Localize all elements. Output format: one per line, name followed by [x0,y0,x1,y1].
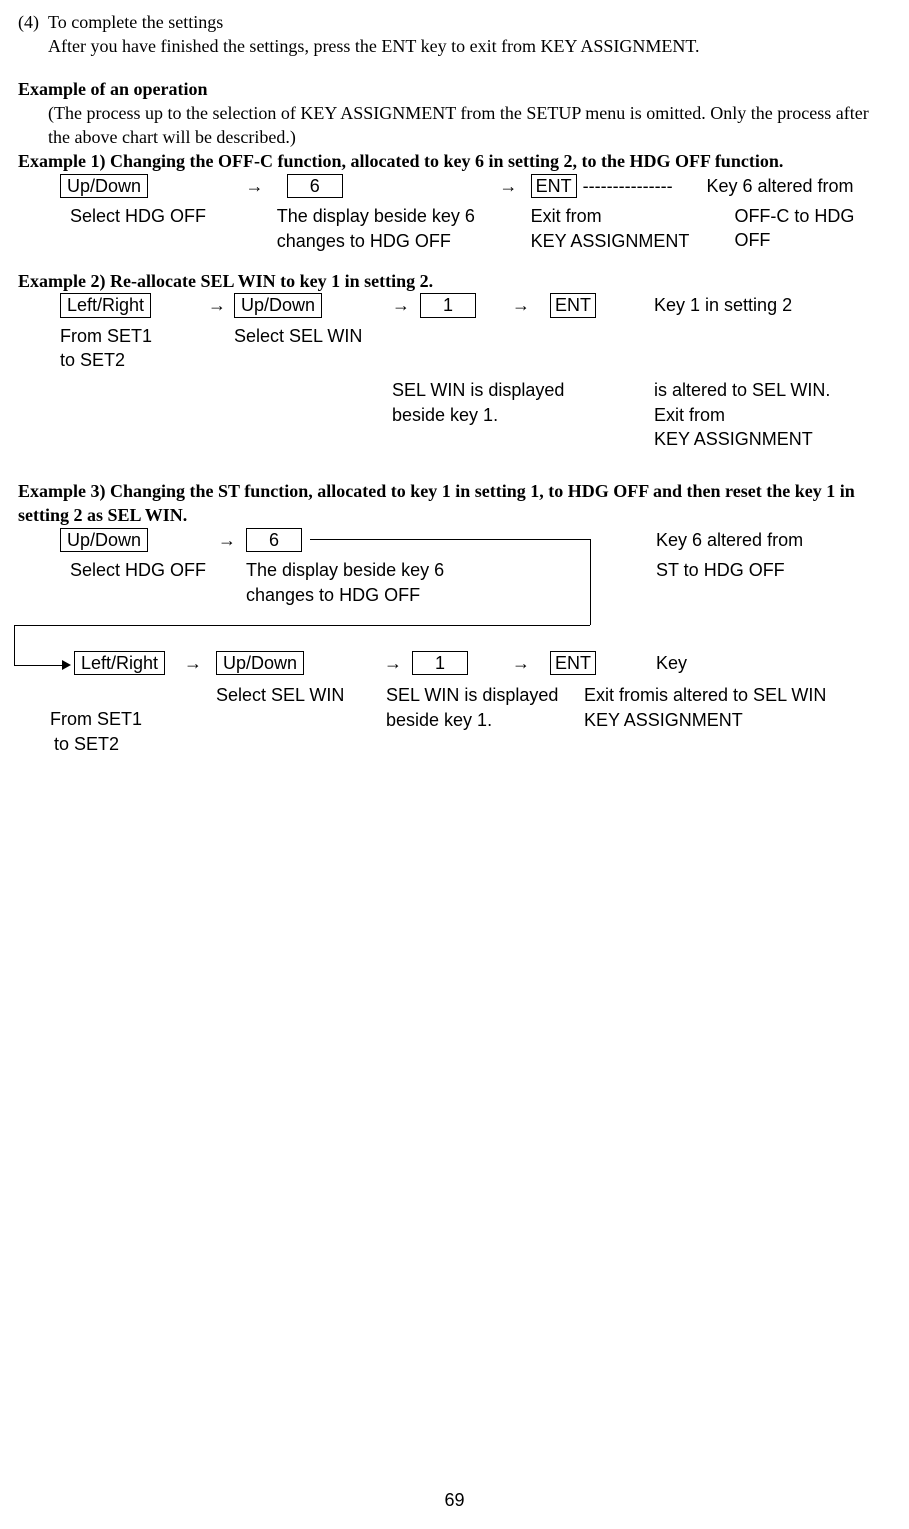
ex1-step3-desc-l1: Exit from [531,204,707,228]
key-leftright: Left/Right [74,651,165,676]
dashes: --------------- [583,174,673,198]
ex3-r2-step3-desc-l1: SEL WIN is displayed [386,683,584,707]
connector-line [14,625,15,665]
key-updown: Up/Down [60,174,148,199]
ex2-result-l1: Key 1 in setting 2 [654,293,792,317]
ex3-r1-step1-desc: Select HDG OFF [70,558,218,582]
ex3-r1-result-l1: Key 6 altered from [656,528,803,552]
examples-intro: (The process up to the selection of KEY … [48,101,891,150]
ex2-step3-desc-l2: beside key 1. [392,403,654,427]
ex3-r2-result-l3: KEY ASSIGNMENT [584,708,826,732]
example1-heading: Example 1) Changing the OFF-C function, … [18,149,891,173]
key-updown: Up/Down [60,528,148,553]
example3-heading: Example 3) Changing the ST function, all… [18,479,891,528]
ex2-result-l3: Exit from [654,403,830,427]
example1-flow: Up/Down Select HDG OFF → 6 The display b… [60,174,891,253]
ex2-result-l4: KEY ASSIGNMENT [654,427,830,451]
connector-line [14,625,590,626]
ex1-step1-desc: Select HDG OFF [70,204,246,228]
example3-row1: Up/Down Select HDG OFF → 6 The display b… [60,528,891,607]
ex2-result-l2: is altered to SEL WIN. [654,378,830,402]
key-1talk: 1 [420,293,476,318]
ex1-step2-desc-l2: changes to HDG OFF [277,229,500,253]
example2-heading: Example 2) Re-allocate SEL WIN to key 1 … [18,269,891,293]
ex3-r2-result-l2: Exit fromis altered to SEL WIN [584,683,826,707]
ex3-r2-step2-desc: Select SEL WIN [216,683,386,707]
example3-row2-desc: From SET1 to SET2 Select SEL WIN SEL WIN… [50,683,891,756]
key-1: 1 [412,651,468,676]
connector-arrowhead-icon [62,660,71,670]
arrow-icon: → [384,651,412,675]
ex2-step3-desc-l1: SEL WIN is displayed [392,378,654,402]
key-6: 6 [246,528,302,553]
ex3-r1-result-l2: ST to HDG OFF [656,558,803,582]
key-6: 6 [287,174,343,199]
ex1-result-l1: Key 6 altered from [706,174,891,198]
connector-line [310,539,590,540]
key-leftright: Left/Right [60,293,151,318]
ex3-r1-step2-desc-l2: changes to HDG OFF [246,583,464,607]
ex1-step3-desc-l2: KEY ASSIGNMENT [531,229,707,253]
ex3-r2-step1-desc-l2: to SET2 [54,732,216,756]
key-updown: Up/Down [216,651,304,676]
arrow-icon: → [499,174,530,198]
ex1-result-l2: OFF-C to HDG OFF [734,204,891,253]
example3-row2: Left/Right → Up/Down → 1 → ENT Key [74,651,891,676]
page-number: 69 [0,1488,909,1512]
example2-flow: Left/Right From SET1 to SET2 → Up/Down S… [60,293,891,372]
arrow-icon: → [184,651,216,675]
section-number: (4) [18,10,48,59]
ex3-r1-step2-desc-l1: The display beside key 6 [246,558,464,582]
arrow-icon: → [246,174,277,198]
key-ent: ENT [550,651,596,676]
ex2-step1-desc-l2: to SET2 [60,348,208,372]
key-updown: Up/Down [234,293,322,318]
ex2-step1-desc-l1: From SET1 [60,324,208,348]
arrow-icon: → [392,293,420,317]
key-ent: ENT [531,174,577,199]
section-body: After you have finished the settings, pr… [48,34,700,58]
arrow-icon: → [208,293,234,317]
ex3-r2-step3-desc-l2: beside key 1. [386,708,584,732]
connector-line [590,539,591,625]
ex3-r2-result-l1: Key [656,651,687,675]
key-ent: ENT [550,293,596,318]
section-4: (4) To complete the settings After you h… [18,10,891,59]
ex2-step2-desc: Select SEL WIN [234,324,392,348]
ex1-step2-desc-l1: The display beside key 6 [277,204,500,228]
connector-line [14,665,62,666]
arrow-icon: → [512,293,550,317]
arrow-icon: → [218,528,246,552]
section-title: To complete the settings [48,10,700,34]
examples-heading: Example of an operation [18,77,891,101]
arrow-icon: → [512,651,550,675]
ex3-r2-step1-desc-l1: From SET1 [50,707,216,731]
